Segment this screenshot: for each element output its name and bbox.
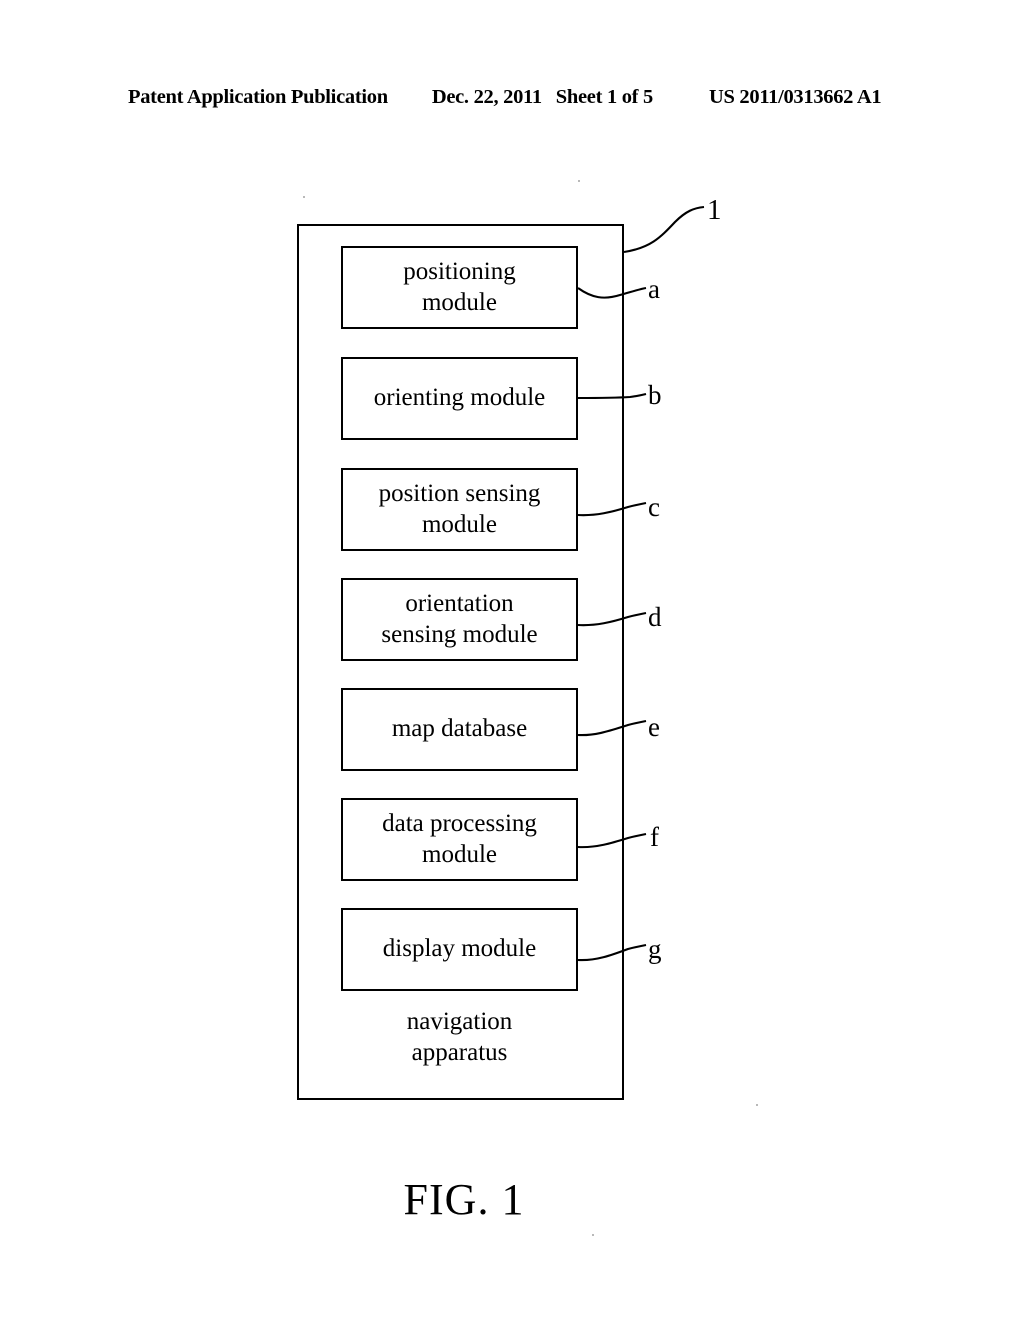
reference-label-1: 1: [707, 194, 722, 226]
module-box-position-sensing: position sensing module: [341, 468, 578, 551]
module-box-display-label: display module: [382, 935, 537, 963]
navigation-apparatus-caption: navigation apparatus: [406, 1008, 513, 1067]
module-box-orienting: orienting module: [341, 357, 578, 440]
scan-speck: [592, 1234, 594, 1236]
reference-label-c: c: [648, 492, 660, 522]
leader-line-1: [623, 205, 705, 254]
module-box-map-database: map database: [341, 688, 578, 771]
figure-caption-text: FIG. 1: [403, 1175, 525, 1224]
reference-label-b: b: [648, 380, 662, 410]
module-box-position-sensing-label: position sensing module: [378, 480, 541, 538]
module-box-positioning-label: positioning module: [403, 258, 516, 316]
module-box-orientation-sensing-label: orientation sensing module: [381, 590, 538, 648]
module-box-map-database-label: map database: [391, 715, 528, 743]
module-box-data-processing-label: data processing module: [382, 810, 537, 868]
reference-label-e: e: [648, 712, 660, 742]
module-box-display: display module: [341, 908, 578, 991]
reference-label-d: d: [648, 602, 662, 632]
module-box-orientation-sensing: orientation sensing module: [341, 578, 578, 661]
figure-caption: FIG. 1: [0, 1174, 1024, 1225]
scan-speck: [578, 180, 580, 182]
reference-label-f: f: [650, 822, 659, 852]
figure-1-drawing: positioning module orienting module posi…: [0, 0, 1024, 1320]
scan-speck: [303, 196, 305, 198]
scan-speck: [756, 1104, 758, 1106]
module-box-orienting-label: orienting module: [373, 384, 546, 412]
reference-label-a: a: [648, 274, 660, 304]
reference-label-g: g: [648, 934, 662, 964]
module-box-positioning: positioning module: [341, 246, 578, 329]
module-box-data-processing: data processing module: [341, 798, 578, 881]
